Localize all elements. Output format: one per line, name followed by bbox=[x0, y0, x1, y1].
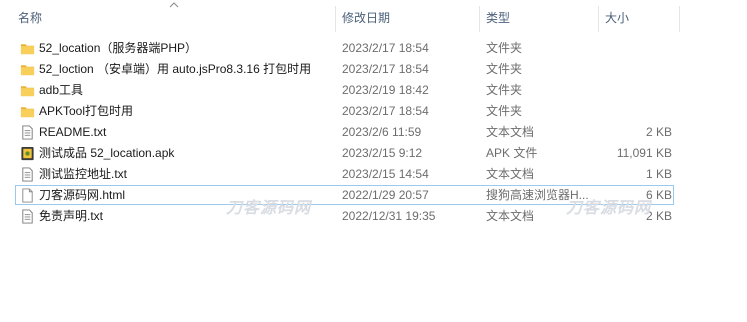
folder-icon bbox=[20, 83, 35, 98]
file-row[interactable]: adb工具 2023/2/19 18:42 文件夹 bbox=[0, 80, 747, 101]
file-name: 测试成品 52_location.apk bbox=[39, 146, 175, 160]
file-row[interactable]: 测试成品 52_location.apk 2023/2/15 9:12 APK 文件… bbox=[0, 143, 747, 164]
column-header-bar: 名称 修改日期 类型 大小 bbox=[0, 0, 747, 36]
file-row[interactable]: README.txt 2023/2/6 11:59 文本文档 2 KB bbox=[0, 122, 747, 143]
file-row[interactable]: 52_location（服务器端PHP） 2023/2/17 18:54 文件夹 bbox=[0, 38, 747, 59]
file-name: README.txt bbox=[39, 125, 107, 139]
file-size bbox=[600, 101, 672, 122]
file-modified-date: 2023/2/17 18:54 bbox=[342, 62, 429, 76]
folder-icon bbox=[20, 62, 35, 77]
file-name: 52_loction （安卓端）用 auto.jsPro8.3.16 打包时用 bbox=[39, 62, 312, 76]
file-size bbox=[600, 80, 672, 101]
column-divider[interactable] bbox=[679, 6, 680, 32]
file-modified-date: 2023/2/15 14:54 bbox=[342, 167, 429, 181]
file-modified-date: 2023/2/17 18:54 bbox=[342, 104, 429, 118]
column-header-date[interactable]: 修改日期 bbox=[336, 0, 478, 36]
file-name: APKTool打包时用 bbox=[39, 104, 134, 118]
file-size: 6 KB bbox=[645, 188, 672, 202]
folder-icon bbox=[20, 41, 35, 56]
file-modified-date: 2023/2/15 9:12 bbox=[342, 146, 423, 160]
file-row[interactable]: 刀客源码网.html 2022/1/29 20:57 搜狗高速浏览器H... 6 KB bbox=[0, 185, 747, 206]
text-file-icon bbox=[20, 209, 35, 224]
file-row[interactable]: APKTool打包时用 2023/2/17 18:54 文件夹 bbox=[0, 101, 747, 122]
column-header-type[interactable]: 类型 bbox=[480, 0, 597, 36]
file-type: 文件夹 bbox=[486, 104, 523, 118]
column-header-name[interactable]: 名称 bbox=[12, 0, 334, 36]
file-size: 1 KB bbox=[645, 167, 672, 181]
file-name: 测试监控地址.txt bbox=[39, 167, 128, 181]
file-name: 52_location（服务器端PHP） bbox=[39, 41, 198, 55]
file-modified-date: 2022/1/29 20:57 bbox=[342, 188, 429, 202]
file-row[interactable]: 免责声明.txt 2022/12/31 19:35 文本文档 2 KB bbox=[0, 206, 747, 227]
file-size: 2 KB bbox=[645, 209, 672, 223]
file-type: 文本文档 bbox=[486, 125, 535, 139]
apk-file-icon bbox=[20, 146, 35, 161]
file-row[interactable]: 52_loction （安卓端）用 auto.jsPro8.3.16 打包时用 2… bbox=[0, 59, 747, 80]
file-type: 文本文档 bbox=[486, 209, 535, 223]
file-type: 文件夹 bbox=[486, 83, 523, 97]
file-list: 52_location（服务器端PHP） 2023/2/17 18:54 文件夹 52… bbox=[0, 38, 747, 227]
text-file-icon bbox=[20, 167, 35, 182]
file-type: 文件夹 bbox=[486, 41, 523, 55]
file-name: adb工具 bbox=[39, 83, 84, 97]
file-name: 免责声明.txt bbox=[39, 209, 104, 223]
file-modified-date: 2023/2/6 11:59 bbox=[342, 125, 422, 139]
html-file-icon bbox=[20, 188, 35, 203]
file-type: 搜狗高速浏览器H... bbox=[486, 188, 589, 202]
file-type: APK 文件 bbox=[486, 146, 538, 160]
file-size bbox=[600, 59, 672, 80]
folder-icon bbox=[20, 104, 35, 119]
column-header-size[interactable]: 大小 bbox=[599, 0, 679, 36]
file-modified-date: 2022/12/31 19:35 bbox=[342, 209, 436, 223]
file-modified-date: 2023/2/17 18:54 bbox=[342, 41, 429, 55]
file-size bbox=[600, 38, 672, 59]
file-row[interactable]: 测试监控地址.txt 2023/2/15 14:54 文本文档 1 KB bbox=[0, 164, 747, 185]
file-size: 11,091 KB bbox=[616, 146, 672, 160]
file-modified-date: 2023/2/19 18:42 bbox=[342, 83, 429, 97]
file-type: 文件夹 bbox=[486, 62, 523, 76]
file-type: 文本文档 bbox=[486, 167, 535, 181]
text-file-icon bbox=[20, 125, 35, 140]
file-size: 2 KB bbox=[645, 125, 672, 139]
file-name: 刀客源码网.html bbox=[39, 188, 126, 202]
